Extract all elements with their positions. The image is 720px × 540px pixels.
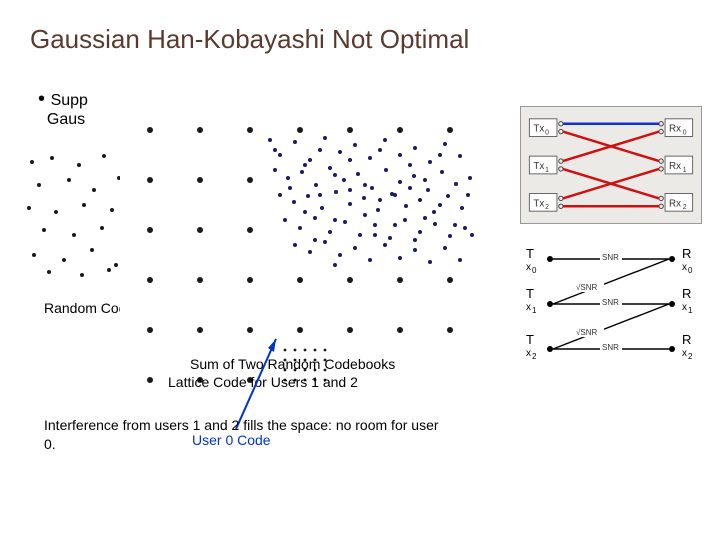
svg-text:Rx: Rx (669, 124, 681, 135)
svg-text:√SNR: √SNR (576, 283, 598, 292)
svg-text:0: 0 (683, 130, 687, 137)
svg-text:R: R (682, 286, 691, 301)
svg-text:0: 0 (532, 266, 537, 275)
lattice-cloud-region (120, 100, 480, 390)
svg-text:R: R (682, 332, 691, 347)
svg-text:x: x (682, 302, 687, 313)
svg-text:√SNR: √SNR (576, 328, 598, 337)
svg-text:x: x (526, 348, 531, 359)
lattice-code-label: Lattice Code for Users 1 and 2 (168, 374, 358, 390)
svg-text:Rx: Rx (669, 198, 681, 209)
svg-text:Tx: Tx (533, 124, 544, 135)
dense-cloud (268, 136, 474, 267)
svg-text:T: T (526, 286, 534, 301)
svg-text:T: T (526, 332, 534, 347)
slide-title: Gaussian Han-Kobayashi Not Optimal (30, 24, 469, 55)
bullet-text: Supp Gaus (38, 88, 88, 129)
bullet-line2: Gaus (47, 111, 85, 128)
interference-text: Interference from users 1 and 2 fills th… (44, 416, 444, 454)
svg-text:Rx: Rx (669, 161, 681, 172)
svg-text:2: 2 (683, 204, 687, 211)
svg-text:Tx: Tx (533, 198, 544, 209)
bullet-line1: Supp (51, 92, 88, 109)
svg-text:T: T (526, 246, 534, 261)
svg-text:2: 2 (688, 352, 693, 361)
svg-text:0: 0 (688, 266, 693, 275)
txrx-diagram-top: Tx0 Tx1 Tx2 Rx0 Rx1 Rx2 (520, 106, 702, 224)
svg-text:1: 1 (688, 306, 693, 315)
svg-text:1: 1 (545, 167, 549, 174)
svg-text:R: R (682, 246, 691, 261)
svg-text:Tx: Tx (533, 161, 544, 172)
svg-text:2: 2 (545, 204, 549, 211)
svg-text:SNR: SNR (602, 298, 619, 307)
svg-text:2: 2 (532, 352, 537, 361)
sum-codebooks-label: Sum of Two Random Codebooks (190, 356, 395, 372)
svg-text:x: x (682, 262, 687, 273)
svg-text:x: x (526, 302, 531, 313)
svg-text:SNR: SNR (602, 253, 619, 262)
svg-text:x: x (526, 262, 531, 273)
svg-text:1: 1 (532, 306, 537, 315)
svg-text:x: x (682, 348, 687, 359)
svg-text:1: 1 (683, 167, 687, 174)
coarse-lattice (147, 127, 453, 383)
svg-text:0: 0 (545, 130, 549, 137)
svg-text:SNR: SNR (602, 343, 619, 352)
txrx-diagram-bottom: SNR SNR SNR √SNR √SNR Tx0 Tx1 Tx2 Rx0 Rx… (520, 244, 702, 364)
